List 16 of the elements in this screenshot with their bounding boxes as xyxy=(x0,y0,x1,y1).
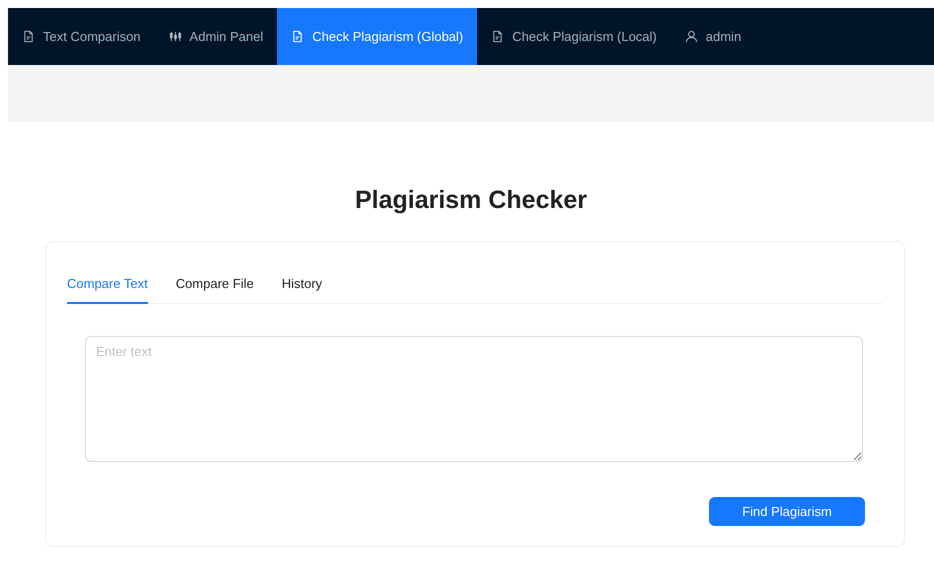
nav-item[interactable]: Text Comparison xyxy=(8,8,155,65)
nav-item[interactable]: Check Plagiarism (Local) xyxy=(477,8,671,65)
nav-item[interactable]: Check Plagiarism (Global) xyxy=(277,8,478,65)
document-icon xyxy=(22,30,35,43)
page-title: Plagiarism Checker xyxy=(354,186,588,215)
tab[interactable]: Compare Text xyxy=(67,268,148,304)
nav-item[interactable]: admin xyxy=(670,8,756,65)
document-icon xyxy=(491,30,504,43)
tab[interactable]: History xyxy=(282,268,322,304)
nav-item[interactable]: Admin Panel xyxy=(154,8,278,65)
document-icon xyxy=(291,30,304,43)
tab[interactable]: Compare File xyxy=(176,268,254,304)
sliders-icon xyxy=(168,30,182,43)
find-plagiarism-button[interactable]: Find Plagiarism xyxy=(709,497,865,526)
user-icon xyxy=(684,30,698,43)
text-input-field[interactable]: Enter text xyxy=(85,336,863,462)
